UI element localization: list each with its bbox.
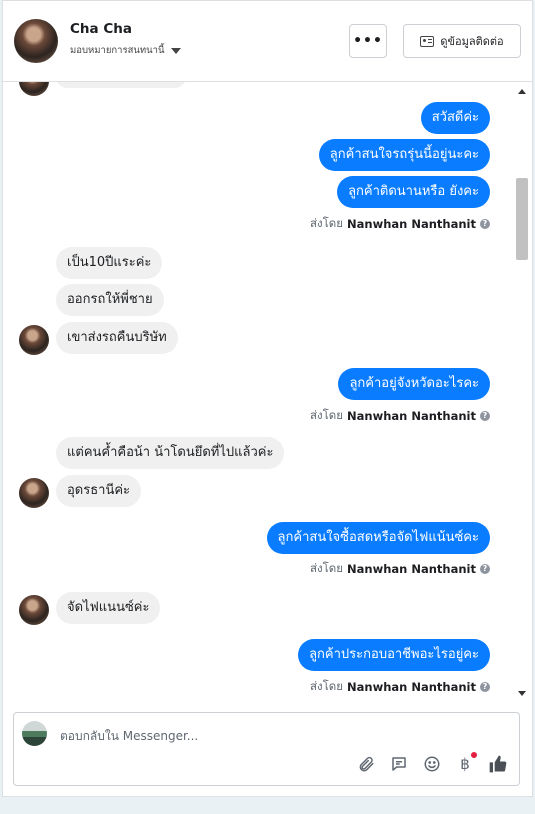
help-icon[interactable]: ?: [480, 682, 490, 692]
message-bubble: ลูกค้าอยู่จังหวัดอะไรคะ: [338, 368, 490, 400]
message-bubble: จัดไฟแนนซ์ค่ะ: [56, 592, 161, 624]
sent-by-label: ส่งโดย Nanwhan Nanthanit ?: [310, 407, 490, 425]
sender-name: Nanwhan Nanthanit: [347, 680, 476, 694]
sent-by-label: ส่งโดย Nanwhan Nanthanit ?: [310, 678, 490, 696]
help-icon[interactable]: ?: [480, 564, 490, 574]
message-bubble: ลูกค้าติดนานหรือ ยังคะ: [337, 176, 490, 208]
assign-label: มอบหมายการสนทนานี้: [70, 45, 165, 56]
avatar: [19, 82, 49, 96]
chevron-down-icon: [170, 47, 181, 54]
more-options-button[interactable]: •••: [349, 24, 387, 58]
view-contact-button[interactable]: ดูข้อมูลติดต่อ: [403, 24, 521, 58]
conversation-header: Cha Cha มอบหมายการสนทนานี้ ••• ดูข้อมูลต…: [3, 1, 532, 82]
like-icon[interactable]: [487, 753, 509, 775]
message-bubble: ลูกค้าประกอบอาชีพอะไรอยู่คะ: [298, 639, 490, 671]
sent-by-label: ส่งโดย Nanwhan Nanthanit ?: [310, 215, 490, 233]
avatar[interactable]: [14, 19, 58, 63]
more-icon: •••: [353, 33, 383, 49]
reply-input[interactable]: ตอบกลับใน Messenger...: [60, 727, 198, 746]
sender-name: Nanwhan Nanthanit: [347, 562, 476, 576]
scroll-up-arrow-icon[interactable]: [518, 89, 526, 94]
message-bubble: อุดรธานีค่ะ: [56, 475, 142, 507]
help-icon[interactable]: ?: [480, 219, 490, 229]
view-contact-label: ดูข้อมูลติดต่อ: [440, 35, 504, 48]
avatar: [19, 478, 49, 508]
sent-by-prefix: ส่งโดย: [309, 216, 344, 230]
contact-card-icon: [420, 35, 435, 47]
avatar: [19, 595, 49, 625]
avatar: [19, 325, 49, 355]
message-bubble: แต่คนค้ำคือน้า น้าโดนยึดที่ไปแล้วค่ะ: [56, 437, 285, 469]
notification-dot: [471, 752, 477, 758]
sent-by-prefix: ส่งโดย: [309, 561, 344, 575]
comment-icon[interactable]: [388, 753, 410, 775]
message-thread: สวัสดีค่ะ ลูกค้าสนใจรถรุ่นนี้อยู่นะคะ ลู…: [3, 82, 532, 701]
scrollbar-thumb[interactable]: [516, 178, 528, 260]
contact-name[interactable]: Cha Cha: [70, 21, 132, 37]
paperclip-icon[interactable]: [355, 753, 377, 775]
message-bubble: เขาส่งรถคืนบริษัท: [56, 322, 178, 354]
assign-conversation-dropdown[interactable]: มอบหมายการสนทนานี้: [70, 43, 181, 58]
message-bubble: เป็น10ปีแระค่ะ: [56, 247, 163, 279]
sender-name: Nanwhan Nanthanit: [347, 217, 476, 231]
emoji-icon[interactable]: [421, 753, 443, 775]
message-bubble: สวัสดีค่ะ: [420, 102, 490, 134]
composer-toolbar: ฿: [355, 752, 509, 775]
reply-composer[interactable]: ตอบกลับใน Messenger... ฿: [13, 712, 520, 786]
message-bubble: ออกรถให้พี่ชาย: [56, 284, 164, 316]
baht-icon[interactable]: ฿: [454, 752, 477, 775]
message-bubble: ลูกค้าสนใจรถรุ่นนี้อยู่นะคะ: [318, 139, 490, 171]
conversation-panel: Cha Cha มอบหมายการสนทนานี้ ••• ดูข้อมูลต…: [2, 0, 533, 797]
help-icon[interactable]: ?: [480, 411, 490, 421]
page-avatar: [22, 721, 47, 746]
sent-by-prefix: ส่งโดย: [309, 408, 344, 422]
sent-by-prefix: ส่งโดย: [309, 679, 344, 693]
scroll-down-arrow-icon[interactable]: [518, 691, 526, 696]
message-bubble-partial: [56, 82, 186, 88]
scrollbar[interactable]: [515, 82, 529, 701]
sender-name: Nanwhan Nanthanit: [347, 409, 476, 423]
message-bubble: ลูกค้าสนใจซื้อสดหรือจัดไฟแน้นซ์คะ: [266, 522, 490, 554]
sent-by-label: ส่งโดย Nanwhan Nanthanit ?: [310, 560, 490, 578]
